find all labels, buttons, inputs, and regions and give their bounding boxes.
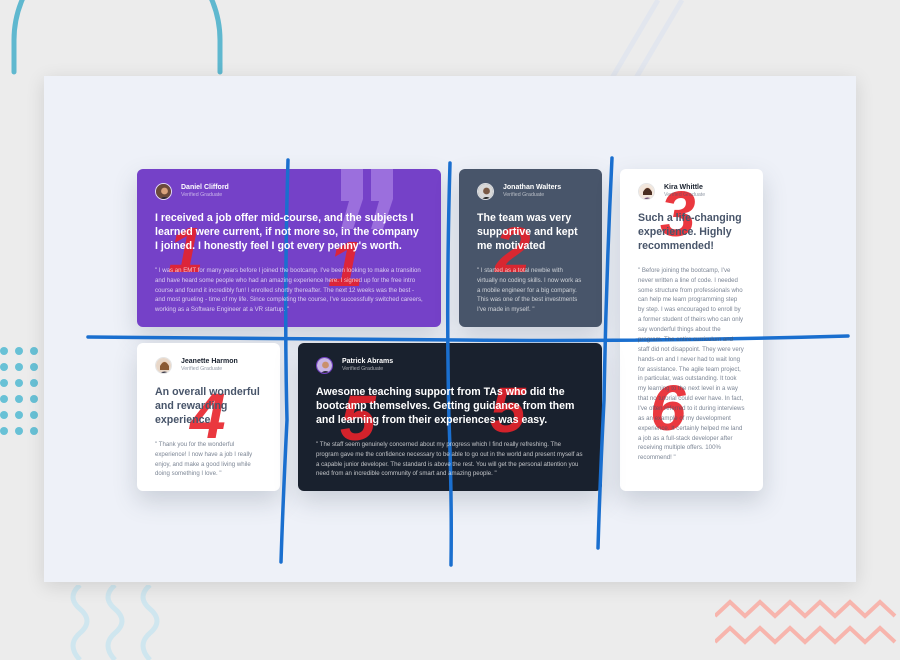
- testimonial-headline: Awesome teaching support from TAs who di…: [316, 386, 575, 426]
- testimonial-headline: The team was very supportive and kept me…: [477, 212, 578, 252]
- wave-lines-decoration: [70, 585, 160, 660]
- avatar: [316, 357, 333, 374]
- diagonal-lines-decoration: [609, 0, 685, 80]
- author-role: Verified Graduate: [181, 366, 223, 373]
- testimonial-body: " I was an EMT for many years before I j…: [155, 266, 423, 314]
- author-name: Kira Whittle: [664, 184, 703, 192]
- testimonial-card-patrick: Patrick Abrams Verified Graduate Awesome…: [298, 343, 602, 491]
- arch-decoration: [11, 0, 223, 75]
- testimonial-body: " I started as a total newbie with virtu…: [477, 266, 582, 314]
- author-name: Jeanette Harmon: [181, 358, 238, 366]
- author-role: Verified Graduate: [503, 192, 545, 199]
- testimonial-card-jeanette: Jeanette Harmon Verified Graduate An ove…: [137, 343, 280, 491]
- author-name: Jonathan Walters: [503, 184, 562, 192]
- testimonial-headline: I received a job offer mid-course, and t…: [155, 212, 419, 252]
- zigzag-decoration: [715, 599, 897, 645]
- testimonial-body: " Thank you for the wonderful experience…: [155, 440, 253, 478]
- author-role: Verified Graduate: [342, 366, 384, 373]
- avatar: [155, 183, 172, 200]
- author-role: Verified Graduate: [181, 192, 223, 199]
- avatar: [638, 183, 655, 200]
- testimonial-headline: Such a life-changing experience. Highly …: [638, 212, 742, 252]
- dots-pattern-decoration: [0, 347, 38, 435]
- avatar: [155, 357, 172, 374]
- author-name: Daniel Clifford: [181, 184, 229, 192]
- testimonial-body: " Before joining the bootcamp, I've neve…: [638, 266, 745, 462]
- author-name: Patrick Abrams: [342, 358, 394, 366]
- testimonials-grid: Daniel Clifford Verified Graduate I rece…: [44, 76, 856, 582]
- author-role: Verified Graduate: [664, 192, 706, 199]
- testimonial-body: " The staff seem genuinely concerned abo…: [316, 440, 583, 478]
- testimonial-card-daniel: Daniel Clifford Verified Graduate I rece…: [137, 169, 441, 327]
- avatar: [477, 183, 494, 200]
- testimonial-headline: An overall wonderful and rewarding exper…: [155, 386, 260, 426]
- testimonial-card-kira: Kira Whittle Verified Graduate Such a li…: [620, 169, 763, 491]
- testimonial-card-jonathan: Jonathan Walters Verified Graduate The t…: [459, 169, 602, 327]
